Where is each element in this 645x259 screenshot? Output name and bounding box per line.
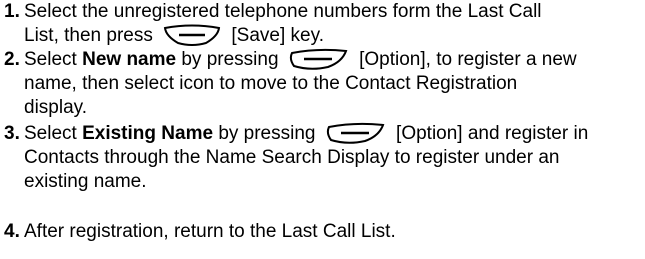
step-3: 3. Select Existing Name by pressing [Opt… <box>0 122 645 194</box>
step-text-segment: List, then press <box>24 25 153 46</box>
step-text: Select the unregistered telephone number… <box>24 0 645 48</box>
menu-option-name: New name <box>82 49 177 70</box>
step-text-segment: [Option], to register a new <box>359 49 577 70</box>
step-text-segment: [Save] key. <box>231 25 324 46</box>
step-text: Select New name by pressing [Option], to… <box>24 48 645 120</box>
step-number: 2. <box>4 49 20 70</box>
step-line: Select the unregistered telephone number… <box>24 1 542 22</box>
step-line: existing name. <box>24 171 147 192</box>
step-number: 3. <box>4 123 20 144</box>
step-4: 4. After registration, return to the Las… <box>0 220 645 244</box>
center-softkey-icon <box>164 24 221 46</box>
step-text-segment: [Option] and register in <box>396 123 589 144</box>
step-2: 2. Select New name by pressing [Option],… <box>0 48 645 120</box>
right-softkey-icon <box>289 48 348 70</box>
step-text: Select Existing Name by pressing [Option… <box>24 122 645 194</box>
step-line: Select New name by pressing [Option], to… <box>24 48 645 72</box>
step-line: Select Existing Name by pressing [Option… <box>24 122 645 146</box>
step-line: List, then press [Save] key. <box>24 24 645 48</box>
right-softkey-icon <box>326 122 385 144</box>
menu-option-name: Existing Name <box>82 123 214 144</box>
step-line: display. <box>24 97 88 118</box>
step-line: After registration, return to the Last C… <box>24 221 396 242</box>
step-text-segment: Select <box>24 49 77 70</box>
step-text-segment: Select <box>24 123 77 144</box>
step-1: 1. Select the unregistered telephone num… <box>0 0 645 48</box>
step-number: 1. <box>4 1 20 22</box>
step-number: 4. <box>4 221 20 242</box>
step-text-segment: by pressing <box>218 123 316 144</box>
step-text: After registration, return to the Last C… <box>24 220 645 244</box>
step-line: name, then select icon to move to the Co… <box>24 73 518 94</box>
step-text-segment: by pressing <box>181 49 279 70</box>
step-line: Contacts through the Name Search Display… <box>24 147 560 168</box>
